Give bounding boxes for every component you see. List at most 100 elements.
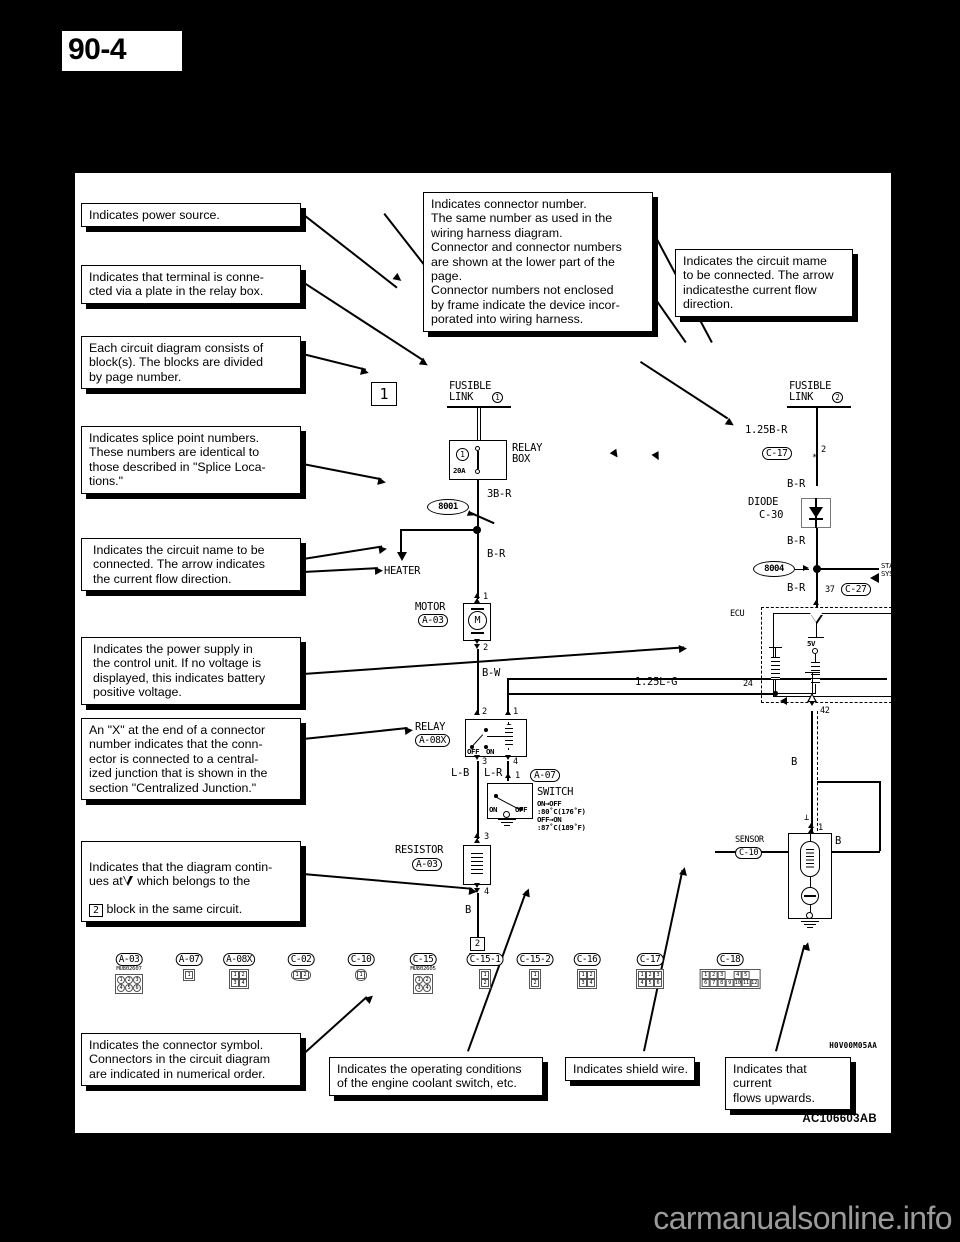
- callout-connector-number: Indicates connector number. The same num…: [423, 192, 653, 332]
- connector-pin: 2: [301, 971, 309, 979]
- connector-pin: 6: [654, 979, 662, 987]
- fusible-link-1-number: 1: [492, 392, 503, 403]
- wire-lr-text: L-R: [484, 767, 503, 779]
- relay-pin2: 2: [482, 707, 487, 717]
- switch-cond2-temp: :87˚C(189˚F): [537, 823, 586, 832]
- ecu-pin24-value: 24: [743, 679, 753, 689]
- callout-text: Each circuit diagram consists of block(s…: [89, 341, 264, 384]
- heater-label: HEATER: [384, 565, 420, 577]
- connector-pin: 4: [587, 979, 595, 987]
- wire-fuse-feed: [477, 406, 481, 440]
- connector-id-label: C-16: [573, 953, 601, 966]
- motor-pin-top: 1: [483, 592, 488, 602]
- callout-text-3: block in the same circuit.: [106, 902, 243, 916]
- wire-b-right-label: B: [835, 835, 841, 847]
- connector-pin: 1: [185, 971, 193, 979]
- connector-pin: 2: [587, 971, 595, 979]
- relay-pin4: 4: [513, 757, 518, 767]
- callout-text: Indicates the circuit mame to be connect…: [683, 254, 834, 312]
- callout-text-2: which belongs to the: [137, 874, 251, 888]
- ecu-resistor-left-tail: [775, 678, 777, 694]
- callout-text: Indicates the operating conditions of th…: [337, 1062, 522, 1091]
- diagram-canvas: Indicates power source. Indicates that t…: [74, 172, 914, 1134]
- callout-text: Indicates the connector symbol. Connecto…: [89, 1038, 271, 1081]
- wire-125br: [816, 406, 819, 486]
- motor-pin-bottom-label: 2: [483, 643, 488, 653]
- starting-system-text: STARTING SYSTEM: [881, 561, 914, 578]
- callout-text: Indicates the circuit name to be connect…: [93, 543, 265, 586]
- connector-pin: 7: [709, 979, 718, 987]
- wire-lb-text: L-B: [451, 767, 470, 779]
- wire-diode-internal: [815, 498, 818, 528]
- connector-pin: 5: [646, 979, 654, 987]
- relay-pin2-label: 2: [482, 707, 487, 717]
- sensor-pin1-label: 1: [818, 823, 823, 833]
- connector-pin: 1: [531, 971, 539, 979]
- callout-text: Indicates connector number. The same num…: [431, 197, 622, 327]
- splice-8004-value: 8004: [764, 564, 784, 574]
- wire-br1-label: B-R: [787, 478, 805, 490]
- connector-pin-grid: 1: [355, 969, 367, 981]
- relay-pin3: 3: [482, 757, 487, 767]
- resistor-pin3-arrow2-icon: [474, 838, 480, 843]
- connector-id-label: A-03: [115, 953, 143, 966]
- callout-text: Indicates splice point numbers. These nu…: [89, 431, 266, 489]
- diode-text: DIODE: [748, 496, 779, 508]
- footer-watermark: carmanualsonline.info: [653, 1200, 952, 1236]
- sensor-ground-bar: [804, 895, 816, 898]
- wire-125lg-label: 1.25L-G: [635, 676, 677, 688]
- connector-pin-grid: 1234: [229, 969, 249, 989]
- connector-pin: 1: [701, 971, 710, 979]
- sensor-mid-wire: [809, 877, 811, 887]
- leader-line: [302, 353, 367, 371]
- relay-pin1: 1: [513, 707, 518, 717]
- fuse-rating: 20A: [453, 466, 466, 475]
- ecu-pin24-arrow-icon: [780, 697, 787, 705]
- switch-connector-value: A-07: [534, 770, 556, 781]
- relay-pin1-label: 1: [513, 707, 518, 717]
- connector-pin: 2: [481, 979, 489, 987]
- connector-pin: 3: [654, 971, 662, 979]
- wire-starting-system: [817, 568, 879, 571]
- c17-star-icon: *: [812, 453, 817, 463]
- fusible-link-2-num: 2: [835, 393, 840, 402]
- switch-on-label: ON: [489, 805, 498, 814]
- resistor-pin3-label: 3: [484, 832, 489, 842]
- connector-id-label: C-17: [636, 953, 664, 966]
- sensor-ground-terminal: [806, 912, 813, 919]
- connector-c27-value: C-27: [845, 584, 867, 595]
- callout-splice-points: Indicates splice point numbers. These nu…: [81, 426, 301, 494]
- callout-power-supply-unit: Indicates the power supply in the contro…: [81, 637, 301, 705]
- connector-pin: 2: [125, 976, 133, 984]
- leader-arrow: [392, 272, 404, 285]
- relay-contact-no: [484, 728, 488, 732]
- callout-block-pages: Each circuit diagram consists of block(s…: [81, 336, 301, 390]
- motor-connector-id: A-03: [418, 614, 448, 627]
- leader-arrow: [377, 477, 387, 487]
- diode-connector-value: C-30: [759, 509, 784, 521]
- connector-pin: 8: [717, 979, 726, 987]
- wire-b-left-text: B: [465, 904, 472, 916]
- switch-text: SWITCH: [537, 786, 574, 798]
- connector-pin-grid: 12: [529, 969, 541, 989]
- connector-pin: 1: [481, 971, 489, 979]
- wire-b-left-label: B: [465, 904, 471, 916]
- c17-pin-value: 2: [821, 445, 826, 455]
- connector-id-label: A-07: [175, 953, 203, 966]
- ecu-inner-boundary: [773, 613, 897, 697]
- motor-pin-top-label: 1: [483, 592, 488, 602]
- connector-id-label: A-08X: [223, 953, 255, 966]
- callout-text: Indicates that terminal is conne- cted v…: [89, 270, 264, 299]
- triangle-down-icon: [122, 875, 134, 886]
- block-number-symbol: 2: [89, 904, 104, 917]
- block-number-value: 1: [379, 385, 389, 403]
- leader-arrow: [378, 544, 388, 554]
- callout-current-upwards: Indicates that current flows upwards.: [725, 1057, 851, 1111]
- ecu-resistor-left: [771, 657, 780, 679]
- wire-br2-label: B-R: [787, 535, 805, 547]
- wire-relay-coil-feed: [507, 678, 510, 714]
- wire-br-left-label: B-R: [487, 548, 505, 560]
- connector-pin: 4: [117, 984, 125, 992]
- relay-pin4-label: 4: [513, 757, 518, 767]
- wire-br-left-text: B-R: [487, 548, 506, 560]
